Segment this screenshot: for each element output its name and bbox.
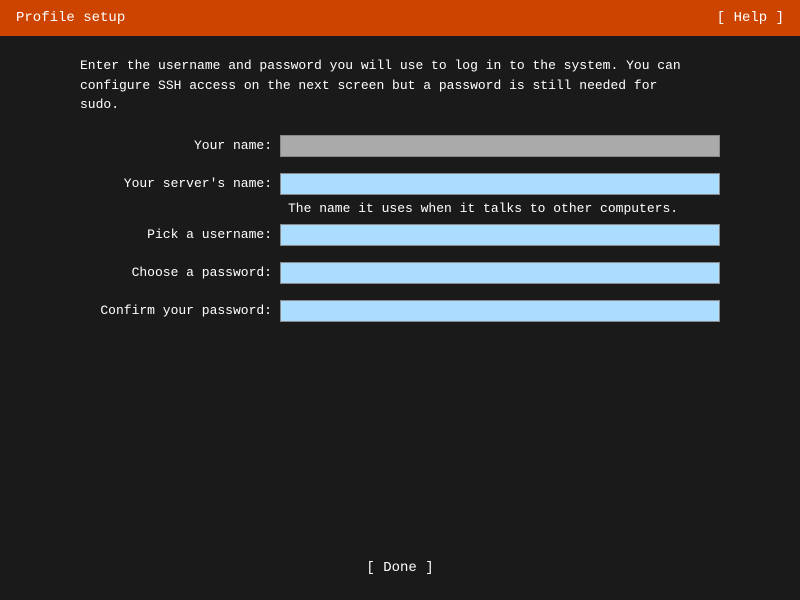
your-name-row: Your name: <box>80 135 720 157</box>
password-row: Choose a password: <box>80 262 720 284</box>
footer: [ Done ] <box>0 556 800 580</box>
server-name-input[interactable] <box>280 173 720 195</box>
username-row: Pick a username: <box>80 224 720 246</box>
server-name-wrapper: Your server's name: The name it uses whe… <box>80 173 720 216</box>
description-line1: Enter the username and password you will… <box>80 58 681 73</box>
description-line3: sudo. <box>80 97 119 112</box>
password-input[interactable] <box>280 262 720 284</box>
server-name-row: Your server's name: <box>80 173 720 195</box>
main-content: Enter the username and password you will… <box>0 40 800 354</box>
help-button[interactable]: [ Help ] <box>717 10 784 26</box>
description-text: Enter the username and password you will… <box>80 56 720 115</box>
header: Profile setup [ Help ] <box>0 0 800 36</box>
confirm-password-label: Confirm your password: <box>80 303 280 318</box>
description-line2: configure SSH access on the next screen … <box>80 78 657 93</box>
confirm-password-row: Confirm your password: <box>80 300 720 322</box>
your-name-input[interactable] <box>280 135 720 157</box>
server-name-hint: The name it uses when it talks to other … <box>288 201 720 216</box>
header-title: Profile setup <box>16 10 125 26</box>
confirm-password-input[interactable] <box>280 300 720 322</box>
password-label: Choose a password: <box>80 265 280 280</box>
server-name-label: Your server's name: <box>80 176 280 191</box>
username-label: Pick a username: <box>80 227 280 242</box>
your-name-label: Your name: <box>80 138 280 153</box>
username-input[interactable] <box>280 224 720 246</box>
done-button[interactable]: [ Done ] <box>358 556 441 580</box>
